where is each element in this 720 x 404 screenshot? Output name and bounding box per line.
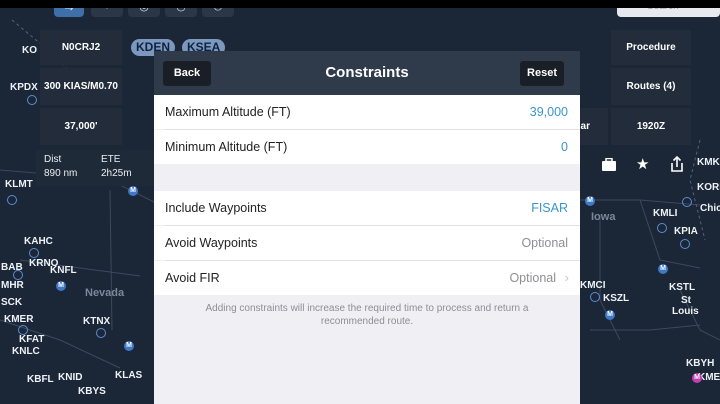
constraints-modal: Back Constraints Reset Maximum Altitude … [154, 51, 580, 404]
map-label[interactable]: KMCI [580, 280, 606, 291]
avoid-waypoints-label: Avoid Waypoints [165, 236, 258, 250]
map-label[interactable]: KLMT [5, 179, 33, 190]
map-label[interactable]: KNFL [50, 265, 77, 276]
airport-marker[interactable]: M [658, 264, 668, 274]
avoid-fir-value[interactable]: Optional [509, 271, 556, 285]
dist-value: 890 nm [44, 168, 78, 179]
airport-marker[interactable]: M [124, 341, 134, 351]
ete-label: ETE [101, 154, 121, 165]
tail-number-field[interactable]: N0CRJ2 [40, 30, 122, 65]
speed-field[interactable]: 300 KIAS/M0.70 [40, 68, 122, 105]
map-label[interactable]: Louis [672, 306, 699, 317]
reset-button[interactable]: Reset [520, 61, 564, 86]
map-label[interactable]: KBFL [27, 374, 54, 385]
waypoint-marker[interactable] [682, 197, 692, 207]
time-display: 1920Z [611, 108, 691, 145]
waypoint-marker[interactable] [657, 223, 667, 233]
map-label[interactable]: KTNX [83, 316, 110, 327]
airport-marker[interactable]: M [56, 281, 66, 291]
map-label[interactable]: St [681, 295, 691, 306]
map-label[interactable]: KORI [697, 182, 720, 193]
max-altitude-row[interactable]: Maximum Altitude (FT) 39,000 [154, 95, 580, 129]
waypoint-marker[interactable] [96, 328, 106, 338]
include-waypoints-value[interactable]: FISAR [531, 201, 568, 215]
share-icon[interactable] [669, 155, 685, 177]
max-altitude-value[interactable]: 39,000 [530, 105, 568, 119]
map-label[interactable]: KMER [4, 314, 33, 325]
app-screen: ⇆ ⌖ ◎ ◷ ⏻ Search N0CRJ2 300 KIAS/M0.70 3… [0, 0, 720, 404]
waypoint-marker[interactable] [18, 325, 28, 335]
map-label[interactable]: KLAS [115, 370, 142, 381]
state-label: Nevada [85, 287, 125, 299]
state-label: Iowa [591, 211, 616, 223]
procedure-button[interactable]: Procedure [611, 30, 691, 65]
map-label[interactable]: KBYH [686, 358, 714, 369]
waypoint-marker[interactable] [29, 248, 39, 258]
max-altitude-label: Maximum Altitude (FT) [165, 105, 291, 119]
avoid-fir-row[interactable]: Avoid FIR Optional › [154, 261, 580, 295]
min-altitude-value[interactable]: 0 [561, 140, 568, 154]
map-label[interactable]: KSZL [603, 293, 629, 304]
waypoint-marker[interactable] [7, 195, 17, 205]
ete-value: 2h25m [101, 168, 132, 179]
avoid-waypoints-value[interactable]: Optional [521, 236, 568, 250]
map-label[interactable]: KBYS [78, 386, 106, 397]
chevron-right-icon: › [564, 270, 569, 285]
map-label[interactable]: MHR [1, 280, 24, 291]
briefcase-icon[interactable] [601, 157, 617, 176]
routes-button[interactable]: Routes (4) [611, 68, 691, 105]
min-altitude-label: Minimum Altitude (FT) [165, 140, 288, 154]
map-label[interactable]: KNID [58, 372, 82, 383]
airport-marker[interactable]: M [128, 186, 138, 196]
airport-marker-highlight[interactable]: M [692, 373, 702, 383]
avoid-waypoints-row[interactable]: Avoid Waypoints Optional [154, 226, 580, 260]
map-label[interactable]: KAHC [24, 236, 53, 247]
map-label[interactable]: SCK [1, 297, 22, 308]
min-altitude-row[interactable]: Minimum Altitude (FT) 0 [154, 130, 580, 164]
waypoint-marker[interactable] [27, 95, 37, 105]
waypoint-marker[interactable] [13, 270, 23, 280]
avoid-fir-label: Avoid FIR [165, 271, 220, 285]
include-waypoints-row[interactable]: Include Waypoints FISAR [154, 191, 580, 225]
airport-marker[interactable]: M [605, 310, 615, 320]
map-label[interactable]: KO [22, 45, 37, 56]
constraints-footnote: Adding constraints will increase the req… [205, 303, 529, 327]
star-icon[interactable]: ★ [636, 155, 649, 173]
flight-info-bar: Dist 890 nm ETE 2h25m [36, 150, 154, 186]
modal-header: Back Constraints Reset [154, 51, 580, 95]
map-label[interactable]: KNLC [12, 346, 40, 357]
include-waypoints-label: Include Waypoints [165, 201, 267, 215]
airport-marker[interactable]: M [585, 196, 595, 206]
waypoint-marker[interactable] [680, 239, 690, 249]
map-label[interactable]: KPIA [674, 226, 698, 237]
map-label[interactable]: Chic [700, 203, 720, 214]
map-label[interactable]: KSTL [669, 282, 695, 293]
waypoint-marker[interactable] [590, 292, 600, 302]
dist-label: Dist [44, 154, 62, 165]
altitude-field[interactable]: 37,000' [40, 108, 122, 145]
map-label[interactable]: KPDX [10, 82, 38, 93]
modal-title: Constraints [325, 64, 409, 81]
map-label[interactable]: KMKE [697, 157, 720, 168]
map-label[interactable]: KMLI [653, 208, 677, 219]
top-letterbox [0, 0, 720, 8]
map-label[interactable]: KFAT [19, 334, 44, 345]
